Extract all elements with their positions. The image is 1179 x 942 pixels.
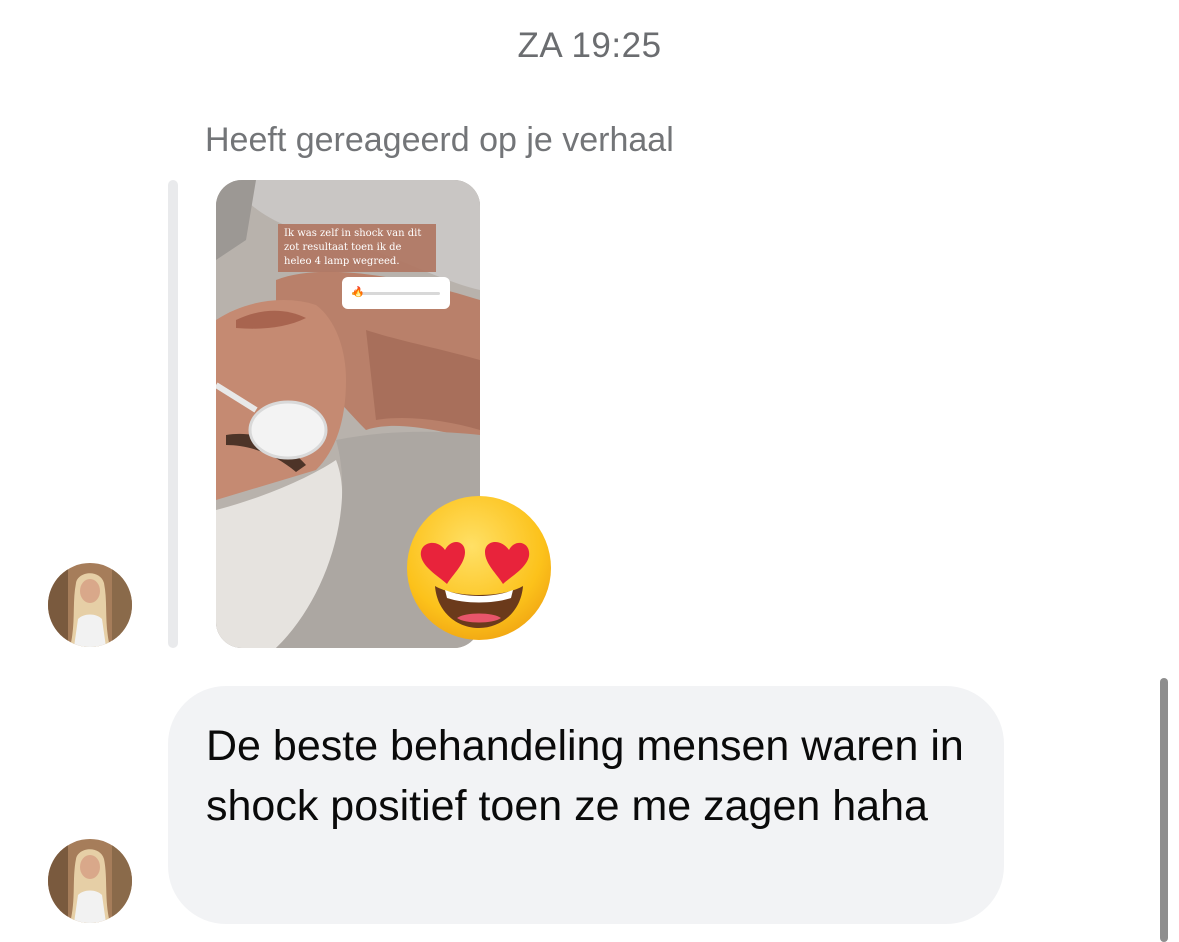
message-text: De beste behandeling mensen waren in sho… <box>206 722 964 830</box>
message-timestamp: ZA 19:25 <box>517 26 662 65</box>
story-emoji-slider: 🔥 <box>342 277 450 309</box>
heart-eyes-reaction-icon <box>405 494 553 642</box>
slider-track <box>352 292 440 295</box>
contact-avatar[interactable] <box>48 839 132 923</box>
scrollbar[interactable] <box>1160 678 1168 942</box>
fire-emoji-icon: 🔥 <box>352 287 365 298</box>
story-reply-label: Heeft gereageerd op je verhaal <box>205 121 674 159</box>
contact-avatar[interactable] <box>48 563 132 647</box>
story-caption: Ik was zelf in shock van dit zot resulta… <box>278 224 436 272</box>
reply-indicator-bar <box>168 180 178 648</box>
message-bubble[interactable]: De beste behandeling mensen waren in sho… <box>168 686 1004 924</box>
